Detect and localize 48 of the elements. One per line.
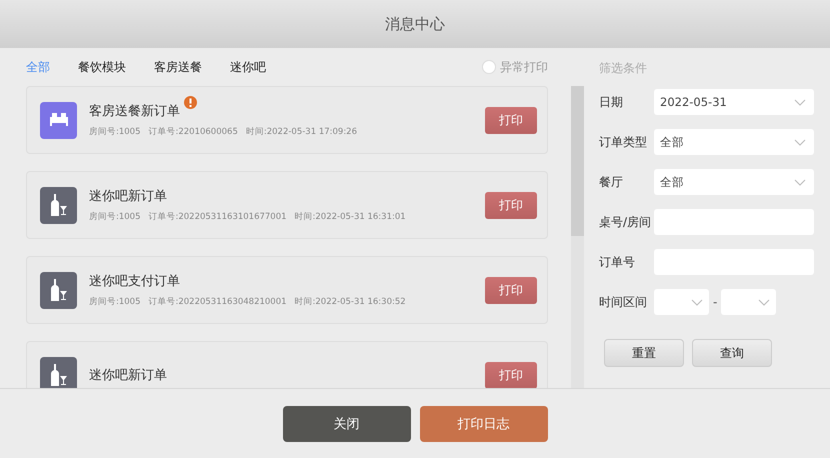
- order-number: 订单号:20220531163101677001: [148, 211, 287, 223]
- bottle-glass-icon: [40, 186, 77, 224]
- bottle-glass-icon: [40, 272, 77, 308]
- field-label: 订单号: [599, 254, 636, 270]
- message-title: 迷你吧新订单: [89, 188, 167, 205]
- message-title: 迷你吧支付订单: [89, 273, 180, 290]
- filter-title: 筛选条件: [599, 60, 648, 77]
- dropdown[interactable]: 2022-05-31: [654, 89, 814, 115]
- print-button[interactable]: 打印: [485, 192, 537, 218]
- field-label: 桌号/房间: [599, 214, 652, 230]
- field-label: 日期: [599, 94, 624, 110]
- filter-button[interactable]: 重置: [604, 339, 684, 367]
- print-button[interactable]: 打印: [485, 106, 537, 134]
- bottle-glass-icon: [40, 356, 77, 388]
- dropdown[interactable]: [654, 289, 709, 315]
- chevron-down-icon: [794, 98, 806, 106]
- chevron-down-icon: [794, 178, 806, 186]
- room-number: 房间号:1005: [89, 126, 140, 138]
- print-button[interactable]: 打印: [485, 276, 537, 304]
- order-time: 时间:2022-05-31 16:30:52: [294, 296, 406, 308]
- field-label: 订单类型: [599, 134, 648, 150]
- field-label: 餐厅: [599, 174, 624, 190]
- chevron-down-icon: [794, 138, 806, 146]
- close-button[interactable]: 关闭: [282, 406, 410, 442]
- bed-icon: [40, 102, 77, 138]
- tab[interactable]: 客房送餐: [154, 58, 202, 76]
- order-time: 时间:2022-05-31 16:31:01: [294, 211, 406, 223]
- dropdown[interactable]: 全部: [654, 129, 814, 155]
- order-time: 时间:2022-05-31 17:09:26: [246, 126, 357, 138]
- room-number: 房间号:1005: [89, 296, 140, 308]
- dropdown[interactable]: 全部: [654, 169, 814, 195]
- print-log-button[interactable]: 打印日志: [420, 406, 548, 442]
- order-number: 订单号:20220531163048210001: [148, 296, 287, 308]
- message-title: 客房送餐新订单: [89, 103, 180, 120]
- print-button[interactable]: 打印: [485, 362, 537, 388]
- chevron-down-icon: [758, 298, 770, 306]
- order-number: 订单号:22010600065: [148, 126, 238, 138]
- room-number: 房间号:1005: [89, 211, 140, 223]
- field-label: 时间区间: [599, 294, 648, 310]
- chevron-down-icon: [691, 298, 703, 306]
- window-title: 消息中心: [385, 14, 445, 34]
- tab[interactable]: 迷你吧: [230, 58, 266, 76]
- filter-button[interactable]: 查询: [692, 339, 772, 367]
- scrollbar[interactable]: [571, 86, 584, 388]
- range-separator: -: [713, 295, 718, 309]
- message-title: 迷你吧新订单: [89, 367, 167, 384]
- tab[interactable]: 餐饮模块: [78, 58, 126, 76]
- dropdown[interactable]: [721, 289, 776, 315]
